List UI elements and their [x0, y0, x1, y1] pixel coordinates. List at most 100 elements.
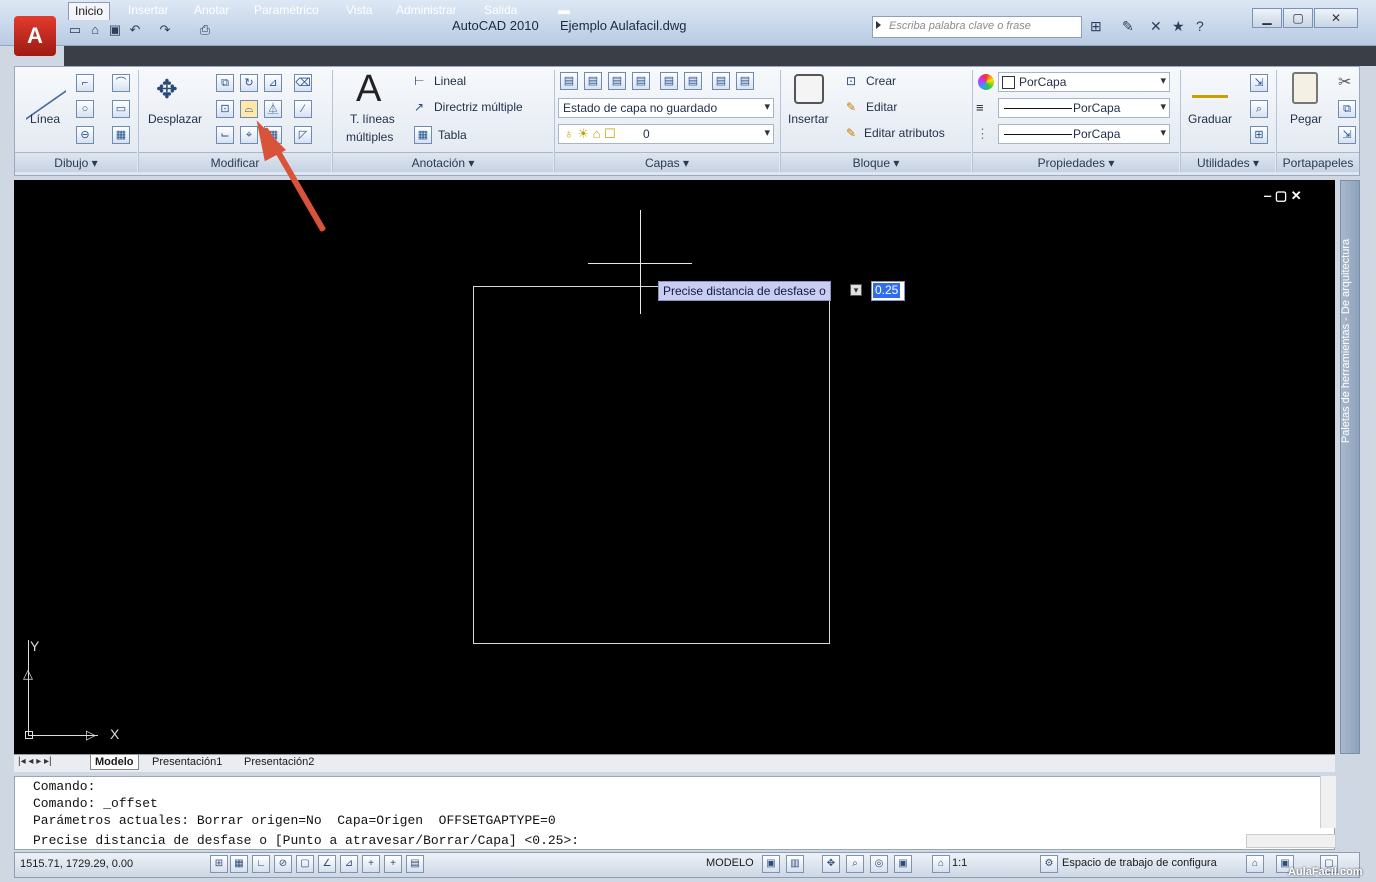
- annotation-scale-value[interactable]: 1:1: [952, 857, 967, 869]
- tab-presentacion2[interactable]: Presentación2: [240, 755, 318, 769]
- command-scrollbar[interactable]: [1320, 776, 1336, 828]
- infer-constraints-icon[interactable]: ⊞: [210, 855, 228, 873]
- paste-icon[interactable]: [1292, 72, 1318, 104]
- ortho-icon[interactable]: ∟: [252, 855, 270, 873]
- explode-icon[interactable]: ⁄: [294, 100, 312, 118]
- layer-unlock-icon[interactable]: ▤: [712, 72, 730, 90]
- model-space-toggle[interactable]: MODELO: [706, 857, 754, 869]
- layout-icon[interactable]: ▣: [762, 855, 780, 873]
- edit-attributes-label[interactable]: Editar atributos: [864, 126, 945, 140]
- arc-icon[interactable]: ⌒: [112, 74, 130, 92]
- panel-title-dibujo[interactable]: Dibujo ▾: [15, 152, 137, 172]
- table-label[interactable]: Tabla: [438, 128, 467, 142]
- zoom-icon[interactable]: ⌕: [846, 855, 864, 873]
- layer-properties-icon[interactable]: ▤: [560, 72, 578, 90]
- measure-label[interactable]: Graduar: [1188, 112, 1232, 126]
- close-button[interactable]: ✕: [1314, 8, 1358, 28]
- layer-state-dropdown[interactable]: Estado de capa no guardado: [558, 98, 774, 118]
- stretch-icon[interactable]: ⊡: [216, 100, 234, 118]
- color-dropdown[interactable]: PorCapa: [998, 72, 1170, 92]
- otrack-icon[interactable]: ∠: [318, 855, 336, 873]
- mtext-label-1[interactable]: T. líneas: [350, 112, 395, 126]
- table-icon[interactable]: ▦: [414, 126, 432, 144]
- new-file-icon[interactable]: ▭: [66, 22, 84, 38]
- dynamic-input-value[interactable]: 0.25: [873, 283, 901, 298]
- hatch-icon[interactable]: ▦: [112, 126, 130, 144]
- layer-isolate-icon[interactable]: ▤: [608, 72, 626, 90]
- mtext-label-2[interactable]: múltiples: [346, 130, 393, 144]
- dynamic-input-options-icon[interactable]: ▾: [850, 284, 862, 296]
- panel-title-capas[interactable]: Capas ▾: [555, 152, 779, 172]
- tab-presentacion1[interactable]: Presentación1: [148, 755, 226, 769]
- satellite-icon[interactable]: ✕: [1150, 18, 1162, 35]
- rotate-icon[interactable]: ↻: [240, 74, 258, 92]
- undo-icon[interactable]: ↶: [126, 22, 144, 38]
- cursor-coordinates[interactable]: 1515.71, 1729.29, 0.00: [20, 858, 133, 870]
- workspace-gear-icon[interactable]: ⚙: [1040, 855, 1058, 873]
- search-expand-icon[interactable]: [876, 21, 881, 29]
- linear-dimension-icon[interactable]: ⊢: [414, 74, 424, 88]
- command-prompt-line[interactable]: Precise distancia de desfase o [Punto a …: [33, 833, 579, 848]
- command-horizontal-scrollbar[interactable]: [1246, 834, 1336, 848]
- layer-walk-icon[interactable]: ▤: [736, 72, 754, 90]
- plot-icon[interactable]: ⎙: [196, 22, 214, 38]
- chamfer-icon[interactable]: ◸: [294, 126, 312, 144]
- command-line-window[interactable]: Comando: Comando: _offset Parámetros act…: [14, 776, 1335, 850]
- rectangle-icon[interactable]: ▭: [112, 100, 130, 118]
- lock-icon[interactable]: ⌂: [1246, 855, 1264, 873]
- save-icon[interactable]: ▣: [106, 22, 124, 38]
- tab-salida[interactable]: Salida: [478, 2, 523, 20]
- fillet-icon[interactable]: ⌙: [216, 126, 234, 144]
- polyline-icon[interactable]: ⌐: [76, 74, 94, 92]
- multileader-label[interactable]: Directriz múltiple: [434, 100, 523, 114]
- tab-anotar[interactable]: Anotar: [188, 2, 235, 20]
- tab-vista[interactable]: Vista: [340, 2, 378, 20]
- tab-insertar[interactable]: Insertar: [122, 2, 175, 20]
- search-input[interactable]: Escriba palabra clave o frase: [872, 16, 1082, 38]
- maximize-button[interactable]: ▢: [1283, 8, 1313, 28]
- layer-match-icon[interactable]: ▤: [660, 72, 678, 90]
- open-file-icon[interactable]: ⌂: [86, 22, 104, 38]
- calculator-icon[interactable]: ⊞: [1250, 126, 1268, 144]
- panel-title-anotacion[interactable]: Anotación ▾: [333, 152, 553, 172]
- trim-icon[interactable]: ⊿: [264, 74, 282, 92]
- panel-title-utilidades[interactable]: Utilidades ▾: [1181, 152, 1275, 172]
- tab-inicio[interactable]: Inicio: [68, 2, 111, 20]
- quick-select-icon[interactable]: ⇲: [1250, 74, 1268, 92]
- circle-icon[interactable]: ○: [76, 100, 94, 118]
- tab-parametrico[interactable]: Paramétrico: [248, 2, 325, 20]
- tab-administrar[interactable]: Administrar: [390, 2, 463, 20]
- multileader-icon[interactable]: ↗: [414, 100, 424, 114]
- measure-icon[interactable]: [1192, 82, 1228, 98]
- insert-block-icon[interactable]: [794, 74, 824, 104]
- quick-view-icon[interactable]: ▥: [786, 855, 804, 873]
- move-tool-label[interactable]: Desplazar: [148, 112, 202, 126]
- move-icon[interactable]: ✥: [156, 74, 178, 105]
- showmotion-icon[interactable]: ▣: [894, 855, 912, 873]
- favorites-icon[interactable]: ★: [1172, 18, 1185, 35]
- edit-block-icon[interactable]: ✎: [846, 100, 856, 114]
- lineweight-toggle-icon[interactable]: +: [384, 855, 402, 873]
- help-icon[interactable]: ?: [1196, 18, 1204, 34]
- osnap-icon[interactable]: ▢: [296, 855, 314, 873]
- layer-freeze-icon[interactable]: ▤: [684, 72, 702, 90]
- quick-properties-icon[interactable]: ▤: [406, 855, 424, 873]
- workspace-switcher[interactable]: Espacio de trabajo de configura: [1062, 857, 1217, 869]
- drawn-rectangle[interactable]: [473, 286, 830, 644]
- edit-block-label[interactable]: Editar: [866, 100, 897, 114]
- binoculars-icon[interactable]: ⊞: [1090, 18, 1102, 35]
- pan-icon[interactable]: ✥: [822, 855, 840, 873]
- copy-icon[interactable]: ⧉: [216, 74, 234, 92]
- offset-icon[interactable]: ⌓: [240, 100, 258, 118]
- panel-title-propiedades[interactable]: Propiedades ▾: [973, 152, 1179, 172]
- panel-title-modificar[interactable]: Modificar: [139, 152, 331, 172]
- create-block-icon[interactable]: ⊡: [846, 74, 856, 88]
- layout-nav-arrows-icon[interactable]: |◂ ◂ ▸ ▸|: [18, 756, 52, 767]
- line-tool-label[interactable]: Línea: [30, 112, 60, 126]
- erase-icon[interactable]: ⌫: [294, 74, 312, 92]
- polar-icon[interactable]: ⊘: [274, 855, 292, 873]
- redo-icon[interactable]: ↷: [156, 22, 174, 38]
- annotation-scale-icon[interactable]: ⌂: [932, 855, 950, 873]
- steering-wheel-icon[interactable]: ◎: [870, 855, 888, 873]
- ducs-icon[interactable]: ⊿: [340, 855, 358, 873]
